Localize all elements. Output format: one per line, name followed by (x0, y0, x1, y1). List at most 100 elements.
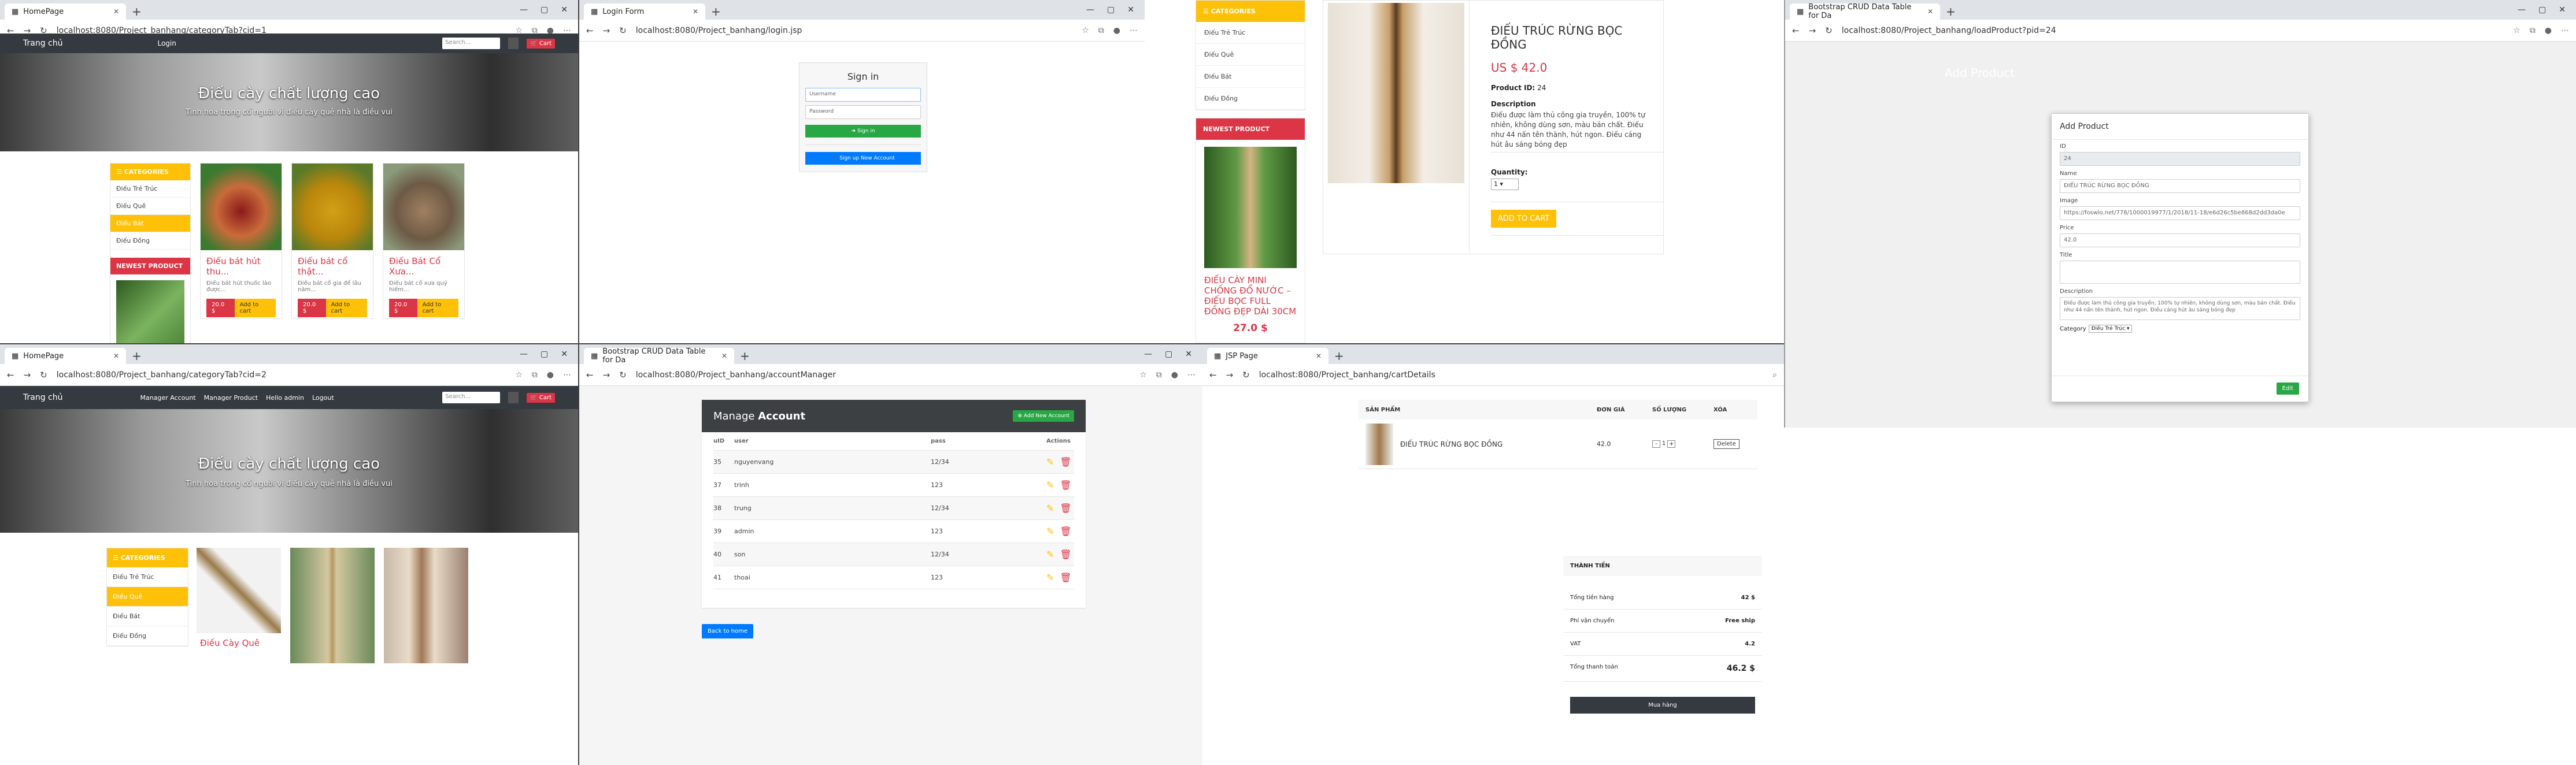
close-icon[interactable]: ✕ (113, 8, 119, 16)
new-tab-icon[interactable]: + (1334, 348, 1344, 364)
extensions-icon[interactable]: ⧉ (1098, 26, 1104, 35)
category-item-active[interactable]: Điếu Quê (107, 587, 188, 607)
product-image[interactable] (197, 548, 281, 633)
category-item[interactable]: Điếu Quê (110, 198, 190, 215)
add-to-cart-button[interactable]: Add to cart (417, 299, 458, 317)
url-field[interactable]: localhost:8080/Project_banhang/cartDetai… (1259, 370, 1763, 380)
star-icon[interactable]: ☆ (2513, 26, 2521, 35)
category-item[interactable]: Điếu Đồng (1196, 88, 1305, 110)
forward-icon[interactable]: → (24, 370, 31, 380)
newest-product-name[interactable]: ĐIẾU CÀY MINI CHỐNG ĐỔ NƯỚC – ĐIẾU BỌC F… (1196, 275, 1305, 317)
quantity-select[interactable]: 1 ▾ (1491, 179, 1519, 190)
browser-tab[interactable]: ▦ JSP Page ✕ (1207, 348, 1328, 364)
new-tab-icon[interactable]: + (740, 348, 750, 364)
star-icon[interactable]: ☆ (1082, 26, 1089, 35)
close-icon[interactable]: ✕ (1127, 5, 1134, 14)
search-input[interactable]: Search... (442, 392, 501, 403)
minimize-icon[interactable]: — (1144, 350, 1152, 359)
new-tab-icon[interactable]: + (132, 3, 142, 20)
nav-manager-account[interactable]: Manager Account (140, 394, 195, 402)
product-card[interactable]: Điếu Bát Cổ Xưa... Điếu bát cổ xưa quý h… (383, 163, 465, 319)
close-icon[interactable]: ✕ (721, 352, 727, 360)
extensions-icon[interactable]: ⧉ (532, 370, 538, 380)
search-button[interactable] (508, 392, 519, 403)
name-field[interactable]: ĐIẾU TRÚC RỪNG BỌC ĐỒNG (2060, 179, 2300, 193)
edit-icon[interactable]: ✎ (1046, 526, 1054, 537)
username-input[interactable]: Username (805, 88, 921, 102)
password-input[interactable]: Password (805, 105, 921, 119)
edit-icon[interactable]: ✎ (1046, 480, 1054, 491)
category-item[interactable]: Điếu Trẻ Trúc (107, 567, 188, 587)
brand-link[interactable]: Trang chủ (23, 393, 62, 402)
delete-icon[interactable]: 🗑 (1060, 526, 1071, 537)
star-icon[interactable]: ☆ (1139, 370, 1147, 380)
product-name[interactable]: Điếu bát hút thu... (201, 250, 282, 279)
back-icon[interactable]: ← (1209, 370, 1217, 380)
category-item[interactable]: Điếu Đồng (107, 626, 188, 646)
menu-icon[interactable]: ⋯ (2561, 26, 2569, 35)
new-tab-icon[interactable]: + (711, 3, 721, 20)
forward-icon[interactable]: → (603, 370, 610, 380)
new-tab-icon[interactable]: + (1946, 3, 1956, 20)
delete-icon[interactable]: 🗑 (1060, 503, 1071, 514)
nav-logout[interactable]: Logout (312, 394, 334, 402)
add-to-cart-button[interactable]: Add to cart (234, 299, 276, 317)
edit-icon[interactable]: ✎ (1046, 456, 1054, 467)
minimize-icon[interactable]: — (2518, 5, 2526, 14)
delete-button[interactable]: Delete (1713, 439, 1739, 449)
maximize-icon[interactable]: ▢ (541, 350, 548, 359)
close-icon[interactable]: ✕ (1316, 352, 1322, 360)
add-account-button[interactable]: ⊕ Add New Account (1013, 410, 1074, 422)
profile-icon[interactable]: ● (1171, 370, 1178, 380)
category-item[interactable]: Điếu Bát (107, 607, 188, 626)
close-icon[interactable]: ✕ (1927, 8, 1933, 16)
close-icon[interactable]: ✕ (2559, 5, 2566, 14)
minimize-icon[interactable]: — (1086, 5, 1094, 14)
profile-icon[interactable]: ● (547, 370, 554, 380)
signup-button[interactable]: 👤 Sign up New Account (805, 152, 921, 165)
search-input[interactable]: Search... (442, 38, 501, 49)
add-to-cart-button[interactable]: Add to cart (325, 299, 367, 317)
delete-icon[interactable]: 🗑 (1060, 480, 1071, 491)
delete-icon[interactable]: 🗑 (1060, 549, 1071, 560)
category-item[interactable]: Điếu Trẻ Trúc (1196, 22, 1305, 44)
category-item[interactable]: Điếu Đồng (110, 232, 190, 250)
menu-icon[interactable]: ⋯ (1187, 370, 1196, 380)
browser-tab[interactable]: ▦ Login Form ✕ (584, 3, 705, 20)
minimize-icon[interactable]: — (520, 5, 528, 14)
cart-button[interactable]: 🛒 Cart (527, 392, 555, 403)
reload-icon[interactable]: ↻ (1242, 370, 1250, 380)
product-name[interactable]: Điếu bát cổ thật... (292, 250, 373, 279)
product-image[interactable] (1328, 3, 1464, 183)
newest-product-image[interactable] (116, 280, 184, 343)
product-name[interactable]: Điếu Bát Cổ Xưa... (383, 250, 464, 279)
back-home-button[interactable]: Back to home (702, 624, 754, 638)
browser-tab[interactable]: ▦ Bootstrap CRUD Data Table for Da ✕ (1790, 3, 1940, 20)
new-tab-icon[interactable]: + (132, 348, 142, 364)
category-item[interactable]: Điếu Trẻ Trúc (110, 180, 190, 198)
browser-tab[interactable]: ▦ HomePage ✕ (5, 3, 126, 20)
back-icon[interactable]: ← (586, 370, 594, 380)
close-icon[interactable]: ✕ (561, 5, 568, 14)
title-field[interactable] (2060, 261, 2300, 284)
product-image[interactable] (290, 548, 375, 663)
search-button[interactable] (508, 38, 519, 49)
category-item[interactable]: Điếu Bát (1196, 66, 1305, 88)
minimize-icon[interactable]: — (520, 350, 528, 359)
close-icon[interactable]: ✕ (113, 352, 119, 360)
url-field[interactable]: localhost:8080/Project_banhang/login.jsp (636, 26, 1072, 35)
category-select[interactable]: Điếu Trẻ Trúc ▾ (2088, 325, 2133, 333)
price-field[interactable]: 42.0 (2060, 233, 2300, 247)
browser-tab[interactable]: ▦ HomePage ✕ (5, 348, 126, 364)
edit-button[interactable]: Edit (2276, 382, 2299, 395)
category-item-active[interactable]: Điếu Bát (110, 215, 190, 232)
maximize-icon[interactable]: ▢ (2538, 5, 2546, 14)
newest-product-image[interactable] (1204, 147, 1297, 268)
maximize-icon[interactable]: ▢ (1165, 350, 1172, 359)
image-field[interactable]: https://foswlo.net/778/1000019977/1/2018… (2060, 206, 2300, 220)
forward-icon[interactable]: → (1226, 370, 1234, 380)
close-icon[interactable]: ✕ (693, 8, 698, 16)
back-icon[interactable]: ← (1792, 25, 1800, 36)
product-card[interactable]: Điếu bát cổ thật... Điếu bát cổ gia để l… (291, 163, 373, 319)
cart-button[interactable]: 🛒 Cart (527, 38, 555, 49)
